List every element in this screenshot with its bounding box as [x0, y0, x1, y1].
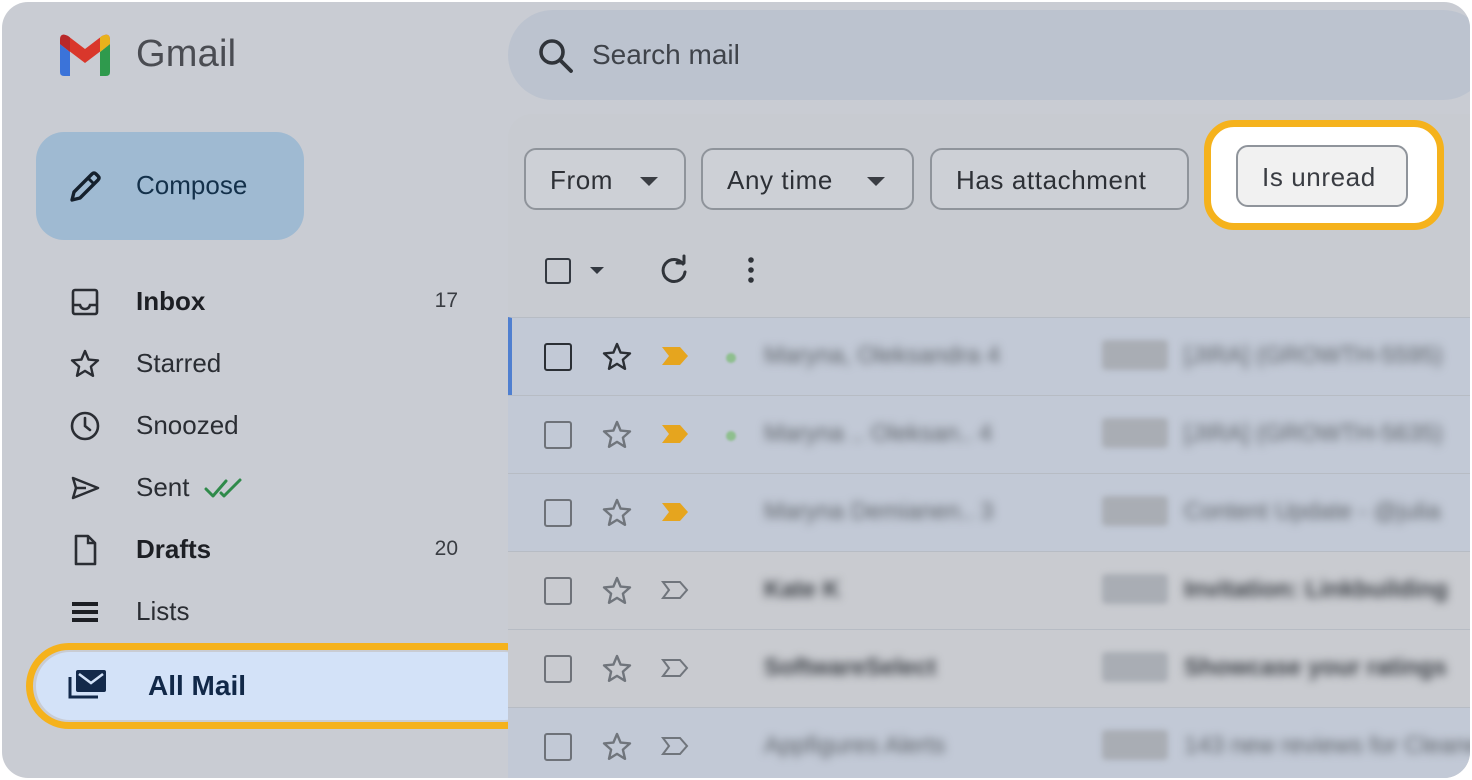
star-icon[interactable] [600, 496, 634, 530]
clock-icon [70, 411, 100, 441]
sidebar-item-lists[interactable]: Lists [46, 582, 486, 640]
unread-dot [726, 353, 736, 363]
double-check-icon [204, 478, 242, 498]
star-icon[interactable] [600, 652, 634, 686]
important-marker-outline-icon[interactable] [660, 735, 690, 757]
email-subject: Invitation: Linkbuilding [1184, 576, 1448, 603]
row-checkbox[interactable] [544, 343, 572, 371]
email-subject: [JIRA] (GROWTH-5595) [1184, 342, 1443, 369]
email-sender: Maryna .. Oleksan.. 4 [764, 420, 993, 447]
email-label-chip [1102, 340, 1168, 370]
sidebar-item-label: Snoozed [136, 410, 239, 440]
drafts-count: 20 [434, 537, 458, 560]
email-subject: 143 new reviews for Cleaner [1184, 732, 1470, 759]
email-sender: Appfigures Alerts [764, 732, 946, 759]
star-icon[interactable] [600, 730, 634, 764]
row-checkbox[interactable] [544, 577, 572, 605]
row-checkbox[interactable] [544, 499, 572, 527]
more-vertical-icon[interactable] [740, 254, 762, 286]
gmail-wordmark: Gmail [136, 32, 237, 75]
unread-dot [726, 431, 736, 441]
star-icon[interactable] [600, 574, 634, 608]
email-sender: SoftwareSelect [764, 654, 937, 681]
email-label-chip [1102, 418, 1168, 448]
sidebar-item-label: Sent [136, 472, 190, 502]
email-row[interactable]: Maryna, Oleksandra 4 [JIRA] (GROWTH-5595… [508, 317, 1470, 395]
important-marker-icon[interactable] [660, 345, 690, 367]
inbox-icon [71, 288, 99, 316]
sidebar-item-starred[interactable]: Starred [46, 334, 486, 392]
gmail-window: Gmail Compose Inbox 17 Starred [2, 2, 1470, 778]
email-sender: Maryna Demianen.. 3 [764, 498, 994, 525]
compose-label: Compose [136, 170, 248, 200]
email-row[interactable]: Maryna Demianen.. 3 Content Update - @ju… [508, 473, 1470, 551]
compose-button[interactable]: Compose [36, 132, 304, 240]
important-marker-outline-icon[interactable] [660, 657, 690, 679]
star-icon[interactable] [600, 340, 634, 374]
sidebar-item-snoozed[interactable]: Snoozed [46, 396, 486, 454]
sidebar-item-inbox[interactable]: Inbox 17 [46, 272, 486, 330]
sidebar-item-label: Starred [136, 348, 222, 378]
search-bar[interactable] [508, 10, 1470, 100]
sidebar-item-label: Drafts [136, 534, 212, 564]
filter-chip-label: Any time [727, 165, 833, 195]
email-subject: [JIRA] (GROWTH-5635) [1184, 420, 1443, 447]
chevron-down-icon [640, 177, 658, 186]
sidebar-item-label: Inbox [136, 286, 206, 316]
email-label-chip [1102, 574, 1168, 604]
star-icon [70, 349, 100, 377]
draft-icon [74, 534, 97, 566]
email-row[interactable]: SoftwareSelect Showcase your ratings [508, 629, 1470, 707]
send-icon [71, 476, 100, 500]
gmail-logo-icon [60, 34, 110, 76]
chevron-down-icon [867, 177, 885, 186]
email-sender: Kate K [764, 576, 841, 603]
filter-chip-is-unread[interactable]: Is unread [1236, 145, 1408, 207]
star-icon[interactable] [600, 418, 634, 452]
select-all-checkbox[interactable] [545, 258, 571, 284]
filter-chip-label: From [550, 165, 614, 195]
filter-chip-any-time[interactable]: Any time [701, 148, 914, 210]
pencil-icon [70, 171, 101, 202]
sidebar-item-all-mail[interactable]: All Mail [36, 652, 538, 720]
email-row[interactable]: Appfigures Alerts 143 new reviews for Cl… [508, 707, 1470, 778]
email-subject: Content Update - @julia [1184, 498, 1441, 525]
sidebar-item-drafts[interactable]: Drafts 20 [46, 520, 486, 578]
important-marker-outline-icon[interactable] [660, 579, 690, 601]
refresh-icon[interactable] [658, 254, 690, 286]
email-label-chip [1102, 652, 1168, 682]
search-input[interactable] [592, 32, 1192, 78]
sidebar-item-sent[interactable]: Sent [46, 458, 486, 516]
important-marker-icon[interactable] [660, 423, 690, 445]
filter-chip-from[interactable]: From [524, 148, 686, 210]
filter-chip-has-attachment[interactable]: Has attachment [930, 148, 1189, 210]
row-checkbox[interactable] [544, 421, 572, 449]
sidebar-item-label: All Mail [148, 670, 247, 701]
filter-chip-label: Is unread [1262, 162, 1376, 192]
row-checkbox[interactable] [544, 655, 572, 683]
important-marker-icon[interactable] [660, 501, 690, 523]
list-icon [72, 602, 98, 622]
row-checkbox[interactable] [544, 733, 572, 761]
inbox-count: 17 [434, 289, 458, 312]
email-subject: Showcase your ratings [1184, 654, 1447, 681]
all-mail-icon [68, 670, 106, 699]
email-label-chip [1102, 496, 1168, 526]
filter-chip-label: Has attachment [956, 165, 1147, 195]
search-icon[interactable] [536, 36, 576, 76]
select-dropdown-caret[interactable] [590, 267, 604, 274]
sidebar-item-label: Lists [136, 596, 190, 626]
email-sender: Maryna, Oleksandra 4 [764, 342, 1001, 369]
email-row[interactable]: Kate K Invitation: Linkbuilding [508, 551, 1470, 629]
email-label-chip [1102, 730, 1168, 760]
gmail-logo[interactable]: Gmail [56, 32, 236, 76]
email-row[interactable]: Maryna .. Oleksan.. 4 [JIRA] (GROWTH-563… [508, 395, 1470, 473]
